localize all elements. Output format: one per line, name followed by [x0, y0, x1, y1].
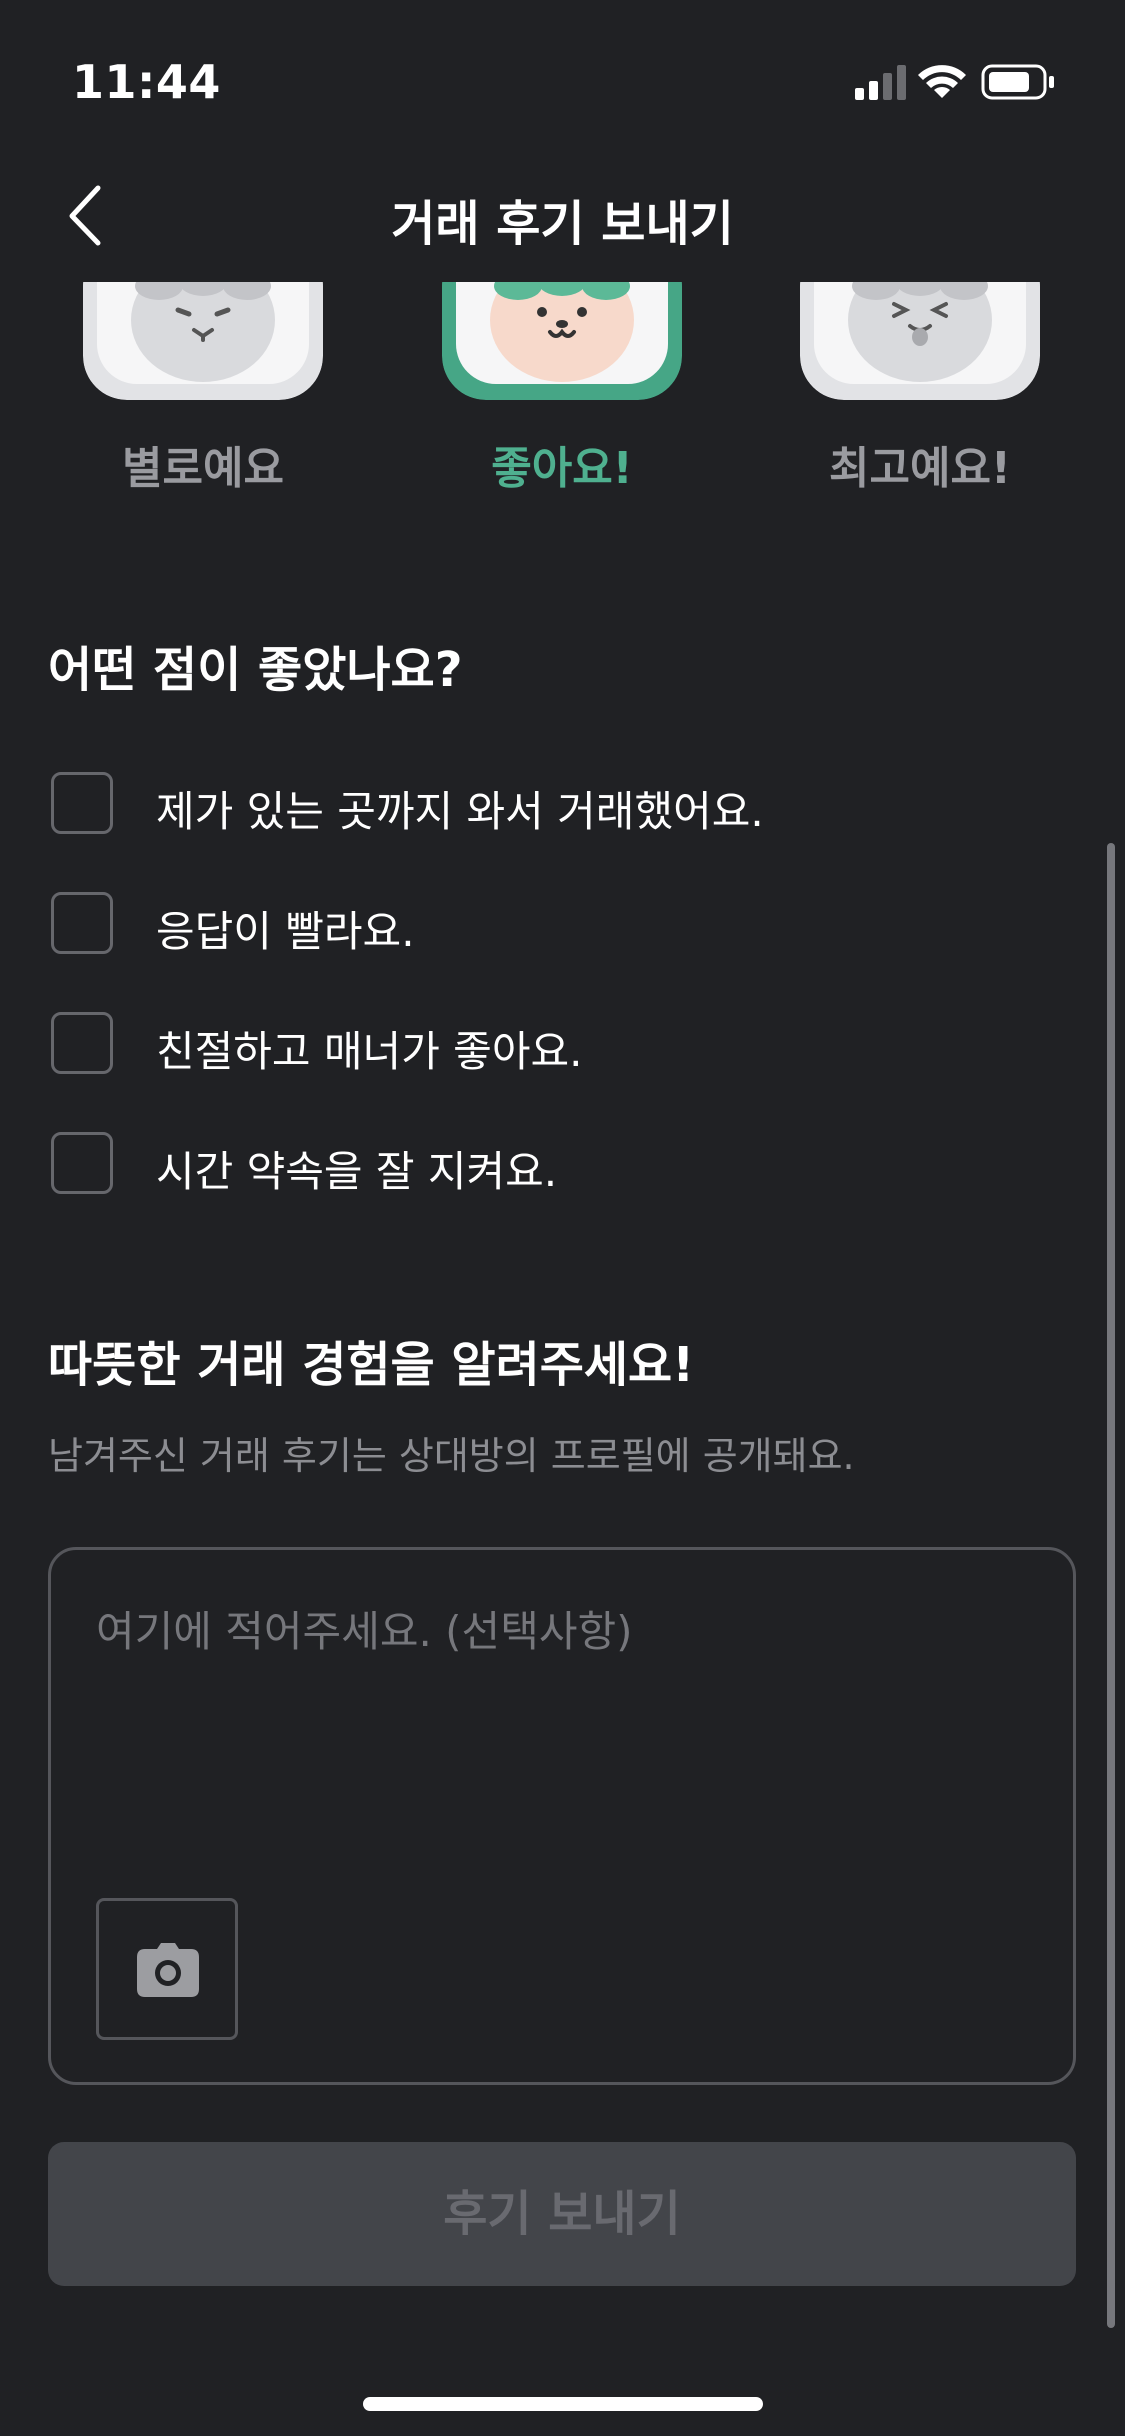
checkbox[interactable] [51, 772, 113, 834]
camera-icon [137, 1943, 199, 1997]
wifi-icon [918, 65, 966, 98]
check-label: 시간 약속을 잘 지켜요. [156, 1147, 558, 1196]
rating-option-good[interactable]: 좋아요! [442, 282, 682, 502]
check-item-came-to-me[interactable]: 제가 있는 곳까지 와서 거래했어요. [48, 770, 1048, 840]
status-bar: 11:44 [0, 0, 1125, 140]
review-textarea[interactable]: 여기에 적어주세요. (선택사항) [48, 1547, 1076, 2085]
checkbox[interactable] [51, 1012, 113, 1074]
face-excited-icon [800, 282, 1040, 400]
rating-option-bad[interactable]: 별로예요 [83, 282, 323, 502]
check-label: 제가 있는 곳까지 와서 거래했어요. [156, 787, 764, 836]
review-placeholder: 여기에 적어주세요. (선택사항) [96, 1607, 633, 1656]
face-neutral-icon [83, 282, 323, 400]
check-label: 응답이 빨라요. [156, 907, 415, 956]
header: 거래 후기 보내기 [0, 160, 1125, 270]
good-points-title: 어떤 점이 좋았나요? [48, 642, 463, 698]
checkbox[interactable] [51, 1132, 113, 1194]
experience-subtitle: 남겨주신 거래 후기는 상대방의 프로필에 공개돼요. [48, 1434, 855, 1478]
rating-selector: 별로예요 좋아요! 최고예요! [0, 282, 1125, 512]
rating-label: 별로예요 [122, 443, 284, 494]
screen: 11:44 거래 후기 보내기 별로예요 좋아요! 최고예요! 어떤 점이 좋았… [0, 0, 1125, 2436]
check-item-fast-response[interactable]: 응답이 빨라요. [48, 890, 1048, 960]
checkbox[interactable] [51, 892, 113, 954]
rating-label: 좋아요! [491, 443, 633, 494]
battery-icon [981, 64, 1054, 100]
check-label: 친절하고 매너가 좋아요. [156, 1027, 583, 1076]
page-title: 거래 후기 보내기 [391, 196, 734, 252]
home-indicator [363, 2397, 763, 2411]
rating-option-best[interactable]: 최고예요! [800, 282, 1040, 502]
experience-title: 따뜻한 거래 경험을 알려주세요! [48, 1337, 695, 1393]
submit-review-button[interactable]: 후기 보내기 [48, 2142, 1076, 2286]
scrollbar[interactable] [1107, 843, 1115, 2328]
rating-label: 최고예요! [829, 443, 1011, 494]
check-item-kind-manner[interactable]: 친절하고 매너가 좋아요. [48, 1010, 1048, 1080]
check-item-punctual[interactable]: 시간 약속을 잘 지켜요. [48, 1130, 1048, 1200]
cellular-signal-icon [855, 65, 906, 100]
status-time: 11:44 [72, 55, 221, 109]
add-photo-button[interactable] [96, 1898, 238, 2040]
face-happy-icon [442, 282, 682, 400]
status-icons [855, 62, 1065, 102]
